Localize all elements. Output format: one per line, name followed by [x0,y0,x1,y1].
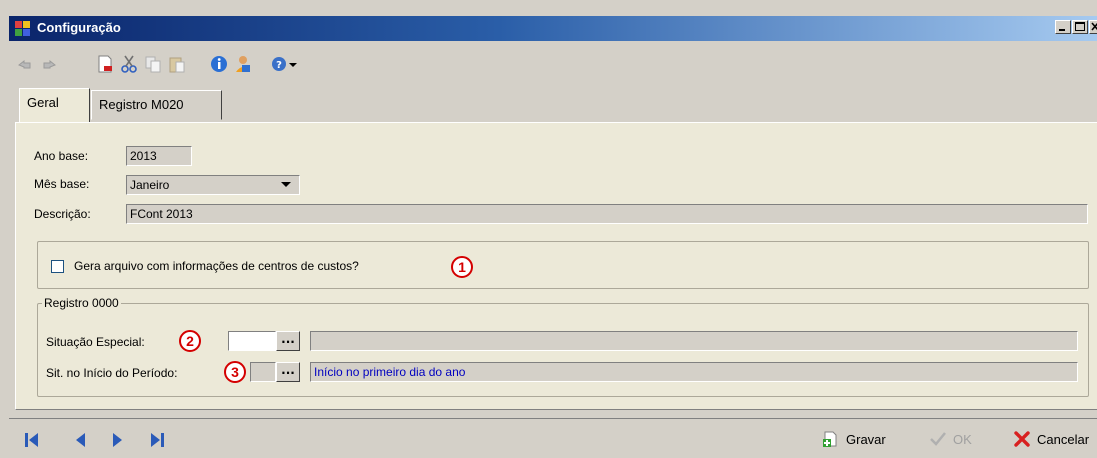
callout-3: 3 [224,361,246,383]
situacao-especial-code-input[interactable] [228,331,276,351]
tab-geral-label: Geral [27,95,59,110]
tab-strip: Geral Registro M020 [9,86,1097,124]
ano-base-value: 2013 [130,149,157,163]
help-icon[interactable]: ? [269,54,289,74]
previous-record-icon[interactable] [71,430,91,450]
sit-inicio-code-input[interactable] [250,362,276,382]
mes-base-label: Mês base: [34,177,90,191]
sit-inicio-label: Sit. no Início do Período: [46,366,178,380]
ok-button[interactable]: OK [929,429,989,451]
sit-inicio-desc-field: Início no primeiro dia do ano [310,362,1078,382]
centros-custos-checkbox[interactable] [51,260,64,273]
first-record-icon[interactable] [22,430,42,450]
info-icon[interactable] [209,54,229,74]
callout-1: 1 [451,256,473,278]
descricao-label: Descrição: [34,207,91,221]
minimize-button[interactable] [1055,20,1071,34]
user-icon[interactable] [233,54,253,74]
gravar-button[interactable]: Gravar [822,429,902,451]
maximize-button[interactable] [1072,20,1088,34]
dropdown-arrow-icon[interactable] [287,54,299,74]
gravar-label: Gravar [846,432,886,447]
configuracao-window: Configuração ? Geral Registro M020 Ano b… [0,0,1097,458]
tab-registro-m020-label: Registro M020 [99,97,184,112]
close-icon [1091,22,1097,31]
centros-custos-label: Gera arquivo com informações de centros … [74,259,359,273]
tab-panel-geral: Ano base: 2013 Mês base: Janeiro Descriç… [15,122,1097,410]
descricao-input[interactable]: FCont 2013 [126,204,1088,224]
cut-icon[interactable] [119,54,139,74]
situacao-especial-label: Situação Especial: [46,335,145,349]
last-record-icon[interactable] [147,430,167,450]
ano-base-label: Ano base: [34,149,89,163]
cancel-x-icon [1014,431,1030,447]
undo-icon[interactable] [15,54,35,74]
mes-base-select[interactable]: Janeiro [126,175,300,195]
checkmark-icon [930,432,946,446]
situacao-especial-lookup-button[interactable]: ... [276,331,300,351]
minimize-icon [1059,29,1065,31]
toolbar: ? [9,46,1097,84]
chevron-down-icon[interactable] [281,181,291,189]
window-title: Configuração [37,20,121,35]
ellipsis-icon: ... [281,363,295,377]
svg-text:?: ? [276,60,282,71]
copy-icon[interactable] [143,54,163,74]
next-record-icon[interactable] [107,430,127,450]
close-button[interactable] [1089,20,1097,34]
ano-base-input[interactable]: 2013 [126,146,192,166]
maximize-icon [1075,22,1085,31]
cancelar-button[interactable]: Cancelar [1013,429,1097,451]
callout-2: 2 [179,330,201,352]
registro-0000-group: Registro 0000 Situação Especial: 2 ... S… [37,296,1089,397]
centros-custos-group: Gera arquivo com informações de centros … [37,241,1089,289]
ellipsis-icon: ... [281,332,295,346]
save-icon [823,431,837,447]
app-icon [15,21,30,36]
descricao-value: FCont 2013 [130,207,193,221]
tab-geral[interactable]: Geral [19,88,90,122]
paste-icon[interactable] [167,54,187,74]
ok-label: OK [953,432,972,447]
redo-icon[interactable] [39,54,59,74]
registro-0000-legend: Registro 0000 [42,296,121,310]
mes-base-value: Janeiro [130,178,170,192]
title-bar[interactable]: Configuração [9,16,1097,41]
new-document-icon[interactable] [95,54,115,74]
cancelar-label: Cancelar [1037,432,1090,447]
sit-inicio-lookup-button[interactable]: ... [276,362,300,382]
bottom-bar: Gravar OK Cancelar [9,418,1097,458]
sit-inicio-desc: Início no primeiro dia do ano [314,365,466,379]
tab-registro-m020[interactable]: Registro M020 [91,90,222,120]
situacao-especial-desc-field [310,331,1078,351]
